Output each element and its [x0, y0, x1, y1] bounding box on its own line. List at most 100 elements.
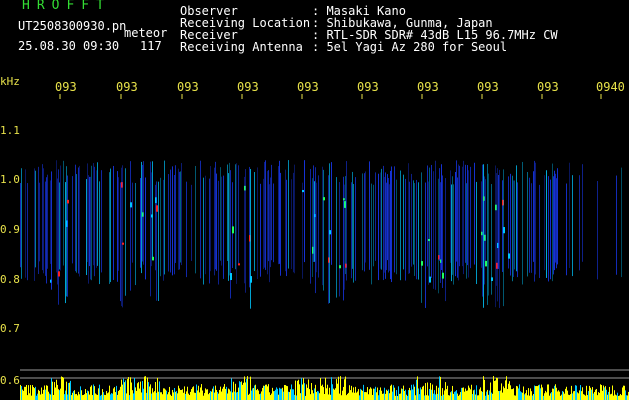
amplitude-bar [115, 392, 116, 400]
signal-streak [440, 182, 441, 283]
amplitude-bar [111, 393, 112, 400]
amplitude-bar [26, 384, 27, 400]
amplitude-bar [160, 392, 161, 400]
signal-streak [522, 161, 523, 285]
signal-streak [75, 164, 76, 272]
amplitude-bar [539, 384, 540, 400]
amplitude-bar [167, 394, 168, 400]
signal-streak [451, 184, 452, 282]
amplitude-bar [120, 386, 121, 400]
signal-streak [72, 176, 73, 264]
amplitude-bar [620, 393, 621, 400]
amplitude-bar [70, 380, 71, 400]
signal-streak [250, 168, 251, 309]
amplitude-bar [417, 376, 418, 400]
amplitude-bar [524, 394, 525, 400]
signal-streak [313, 165, 314, 262]
amplitude-bar [399, 393, 400, 400]
amplitude-bar [542, 387, 543, 400]
signal-streak [172, 166, 173, 276]
amplitude-bar [118, 391, 119, 400]
amplitude-bar [126, 393, 127, 400]
amplitude-bar [66, 381, 67, 400]
amplitude-bar [226, 386, 227, 400]
amplitude-bar [344, 379, 345, 400]
signal-streak [302, 182, 303, 279]
signal-streak [270, 177, 271, 268]
amplitude-bar [490, 382, 491, 400]
amplitude-bar [163, 388, 164, 400]
signal-streak [384, 176, 385, 273]
amplitude-bar [426, 395, 427, 400]
amplitude-bar [511, 389, 512, 400]
amplitude-bar [250, 376, 251, 400]
amplitude-bar [345, 376, 346, 400]
amplitude-bar [34, 388, 35, 400]
amplitude-bar [276, 387, 277, 400]
amplitude-bar [471, 384, 472, 400]
amplitude-bar [612, 385, 613, 400]
signal-streak [495, 165, 496, 308]
amplitude-bar [53, 394, 54, 400]
amplitude-bar [481, 391, 482, 400]
amplitude-bar [412, 389, 413, 400]
amplitude-bar [560, 395, 561, 400]
signal-streak [487, 163, 488, 305]
signal-streak [181, 163, 182, 266]
amplitude-bar [95, 393, 96, 400]
amplitude-bar [25, 386, 26, 400]
amplitude-bar [239, 381, 240, 400]
amplitude-bar [78, 391, 79, 400]
amplitude-bar [33, 387, 34, 400]
amplitude-bar [199, 392, 200, 400]
signal-streak [232, 182, 233, 268]
amplitude-bar [155, 381, 156, 400]
signal-hotspot [67, 199, 69, 204]
signal-streak [462, 166, 463, 267]
amplitude-bar [580, 385, 581, 400]
amplitude-bar [165, 389, 166, 400]
signal-streak [470, 166, 471, 269]
amplitude-bar [97, 394, 98, 400]
signal-streak [555, 173, 556, 263]
amplitude-bar [610, 394, 611, 400]
signal-streak [323, 169, 324, 291]
signal-hotspot [323, 197, 325, 201]
amplitude-bar [248, 394, 249, 400]
signal-streak [387, 174, 388, 261]
amplitude-bar [452, 385, 453, 400]
amplitude-bar [347, 393, 348, 400]
signal-streak [291, 179, 292, 270]
amplitude-bar [469, 387, 470, 400]
amplitude-bar [104, 394, 105, 400]
amplitude-bar [470, 389, 471, 400]
signal-streak [215, 161, 216, 270]
amplitude-bar [313, 393, 314, 400]
amplitude-bar [382, 393, 383, 400]
amplitude-bar [220, 386, 221, 400]
signal-streak [158, 181, 159, 301]
signal-streak [90, 176, 91, 280]
amplitude-bar [202, 390, 203, 400]
amplitude-bar [424, 395, 425, 400]
amplitude-bar [166, 390, 167, 400]
signal-streak [375, 172, 376, 261]
amplitude-bar [87, 390, 88, 400]
amplitude-bar [46, 385, 47, 400]
signal-streak [450, 170, 451, 263]
amplitude-bar [288, 391, 289, 400]
amplitude-bar [627, 395, 628, 400]
signal-streak [38, 166, 39, 275]
amplitude-bar [325, 377, 326, 400]
signal-streak [557, 168, 558, 265]
amplitude-bar [162, 394, 163, 400]
signal-streak [439, 168, 440, 261]
amplitude-bar [404, 391, 405, 400]
amplitude-bar [611, 393, 612, 400]
signal-streak [254, 172, 255, 272]
amplitude-bar [607, 394, 608, 400]
amplitude-bar [465, 388, 466, 400]
amplitude-bar [349, 385, 350, 400]
amplitude-bar [121, 379, 122, 400]
amplitude-bar [436, 385, 437, 400]
